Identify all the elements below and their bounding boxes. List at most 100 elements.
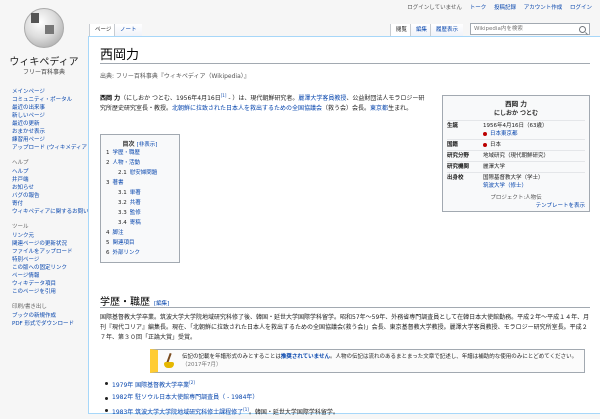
search-icon[interactable]: [579, 26, 586, 33]
sidebar-main: メインページ コミュニティ・ポータル 最近の出来事 新しいページ 最近の更新 お…: [0, 88, 88, 152]
infobox-value: 1956年4月16日（63歳） 日本東京都: [483, 122, 585, 138]
sidebar-item[interactable]: 井戸端: [12, 176, 88, 184]
sidebar-item[interactable]: ウィキペディアに関するお問い合わせ: [12, 208, 88, 216]
sidebar-item[interactable]: ファイルをアップロード: [12, 248, 88, 256]
toc-item[interactable]: 5 関連項目: [106, 238, 174, 248]
reference-link[interactable]: [2]: [189, 380, 195, 385]
sidebar-item[interactable]: このページを引用: [12, 288, 88, 296]
lead-link[interactable]: 麗澤大学客員教授: [298, 95, 346, 102]
infobox-rows: 生誕 1956年4月16日（63歳） 日本東京都 国籍 日本 研究分野 地域研究（現代朝鮮研…: [447, 120, 585, 191]
broom-icon: [162, 353, 176, 369]
list-item-text[interactable]: 1983年 筑波大学大学院地域研究科修士課程修了: [112, 409, 243, 416]
infobox-value-text: 麗澤大学: [483, 164, 506, 170]
search-box: [470, 23, 590, 35]
toc-item-number: 2: [106, 160, 110, 166]
lead-link[interactable]: 東京都: [370, 105, 388, 112]
wikipedia-logo[interactable]: ウィキペディア フリー百科事典: [0, 0, 88, 80]
toc-item[interactable]: 1 学歴・職歴: [106, 148, 174, 158]
title-divider: [100, 63, 590, 64]
toc-item[interactable]: 3.1 単著: [106, 188, 174, 198]
sidebar-item[interactable]: リンク元: [12, 232, 88, 240]
infobox-value-link[interactable]: 筑波大学（修士）: [483, 183, 527, 189]
infobox: 西岡 力 にしおか つとむ 生誕 1956年4月16日（63歳） 日本東京都 国籍 日本…: [442, 95, 590, 212]
list-item-text[interactable]: 1982年 駐ソウル日本大使館専門調査員（ - 1984年）: [112, 394, 258, 401]
infobox-project-link[interactable]: プロジェクト:人物伝: [447, 193, 585, 201]
logo-tagline: フリー百科事典: [22, 69, 65, 76]
infobox-value-line: 日本: [483, 141, 585, 149]
toc-item-label: 関連項目: [112, 240, 135, 246]
sidebar-item[interactable]: PDF 形式でダウンロード: [12, 320, 88, 328]
toc-item[interactable]: 3.2 共著: [106, 198, 174, 208]
sidebar-item[interactable]: 特別ページ: [12, 256, 88, 264]
sidebar-item[interactable]: 練習用ページ: [12, 136, 88, 144]
toc-item-number: 6: [106, 250, 110, 256]
sidebar-item[interactable]: ページ情報: [12, 272, 88, 280]
toc-item-label: 寄稿: [129, 220, 141, 226]
toc-item[interactable]: 4 脚注: [106, 228, 174, 238]
infobox-key: 研究機関: [447, 164, 470, 170]
infobox-value-line: 国際基督教大学（学士）: [483, 174, 585, 182]
sidebar-item[interactable]: 最近の更新: [12, 120, 88, 128]
lead-link[interactable]: 北朝鮮に拉致された日本人を救出するための全国協議会: [172, 105, 322, 112]
toc-item-label: 共著: [129, 200, 141, 206]
search-input[interactable]: [471, 24, 581, 34]
notice-text: 。人物の伝記は流れのあるまとまった文章で記述し、年譜は補助的な使用のみにとどめて…: [330, 354, 578, 360]
sidebar-tools: ツール リンク元 関連ページの更新状況 ファイルをアップロード 特別ページ この…: [0, 222, 88, 296]
sidebar-item[interactable]: 最近の出来事: [12, 104, 88, 112]
tab-read[interactable]: 閲覧: [390, 24, 413, 36]
toc-item[interactable]: 2.1 慰安婦問題: [106, 168, 174, 178]
tab-page[interactable]: ページ: [89, 24, 117, 36]
sidebar-item[interactable]: おまかせ表示: [12, 128, 88, 136]
toc-item-number: 5: [106, 240, 110, 246]
infobox-value: 地域研究（現代朝鮮研究）: [483, 152, 585, 160]
section-divider: [100, 307, 590, 308]
tab-history[interactable]: 履歴表示: [430, 24, 464, 36]
sidebar-item[interactable]: ヘルプ: [12, 168, 88, 176]
infobox-value-link[interactable]: 日本東京都: [490, 131, 518, 137]
create-account-link[interactable]: アカウント作成: [524, 5, 563, 11]
sidebar-item[interactable]: メインページ: [12, 88, 88, 96]
toc-item-number: 3.1: [118, 190, 127, 196]
infobox-value-text: 地域研究（現代朝鮮研究）: [483, 153, 550, 159]
toc-item-label: 監修: [129, 210, 141, 216]
toc-heading: 目次: [122, 141, 135, 148]
notice-date: （2017年7月）: [182, 362, 222, 368]
login-link[interactable]: ログイン: [570, 5, 592, 11]
notice-text: 伝記の記載を年譜形式のみとすることは: [182, 354, 281, 360]
contribs-link[interactable]: 投稿記録: [494, 5, 516, 11]
sidebar-item[interactable]: 関連ページの更新状況: [12, 240, 88, 248]
toc-item[interactable]: 6 外部リンク: [106, 248, 174, 258]
list-item-text[interactable]: 1979年 国際基督教大学卒業: [112, 382, 189, 389]
tab-edit[interactable]: 編集: [410, 24, 433, 36]
talk-link[interactable]: トーク: [470, 5, 487, 11]
toc-item[interactable]: 2 人物・活動: [106, 158, 174, 168]
sidebar-item[interactable]: 寄付: [12, 200, 88, 208]
globe-logo-icon: [24, 8, 64, 48]
sidebar-item[interactable]: この版への固定リンク: [12, 264, 88, 272]
infobox-value-line: 日本東京都: [483, 130, 585, 138]
sidebar-item[interactable]: ウィキデータ項目: [12, 280, 88, 288]
infobox-value: 麗澤大学: [483, 163, 585, 171]
toc-item[interactable]: 3 著書: [106, 178, 174, 188]
sidebar-item[interactable]: バグの報告: [12, 192, 88, 200]
tab-note[interactable]: ノート: [114, 24, 142, 36]
infobox-value-line: 1956年4月16日（63歳）: [483, 122, 585, 130]
sidebar: メインページ コミュニティ・ポータル 最近の出来事 新しいページ 最近の更新 お…: [0, 88, 88, 334]
sidebar-item[interactable]: ブックの新規作成: [12, 312, 88, 320]
sidebar-item[interactable]: アップロード (ウィキメディア・コモンズ): [12, 144, 88, 152]
toc-item-label: 著書: [112, 180, 124, 186]
toc-item[interactable]: 3.3 監修: [106, 208, 174, 218]
sidebar-item[interactable]: コミュニティ・ポータル: [12, 96, 88, 104]
toc-item-label: 人物・活動: [112, 160, 141, 166]
sidebar-item[interactable]: 新しいページ: [12, 112, 88, 120]
lead-paragraph: 西岡 力（にしおか つとむ、1956年4月16日[1] - ）は、現代朝鮮研究者…: [100, 91, 430, 114]
career-list: 1979年 国際基督教大学卒業[2] 1982年 駐ソウル日本大使館専門調査員（…: [104, 377, 584, 419]
infobox-template-link[interactable]: テンプレートを表示: [447, 201, 585, 209]
sidebar-item[interactable]: お知らせ: [12, 184, 88, 192]
infobox-key: 出身校: [447, 175, 464, 181]
list-item: 1983年 筑波大学大学院地域研究科修士課程修了[1]。韓国・延世大学国際学科留…: [104, 404, 584, 419]
toc-item-label: 単著: [129, 190, 141, 196]
notice-link[interactable]: 推奨されていません: [281, 354, 330, 360]
toc-item[interactable]: 3.4 寄稿: [106, 218, 174, 228]
style-notice: 伝記の記載を年譜形式のみとすることは推奨されていません。人物の伝記は流れのあるま…: [150, 349, 585, 373]
